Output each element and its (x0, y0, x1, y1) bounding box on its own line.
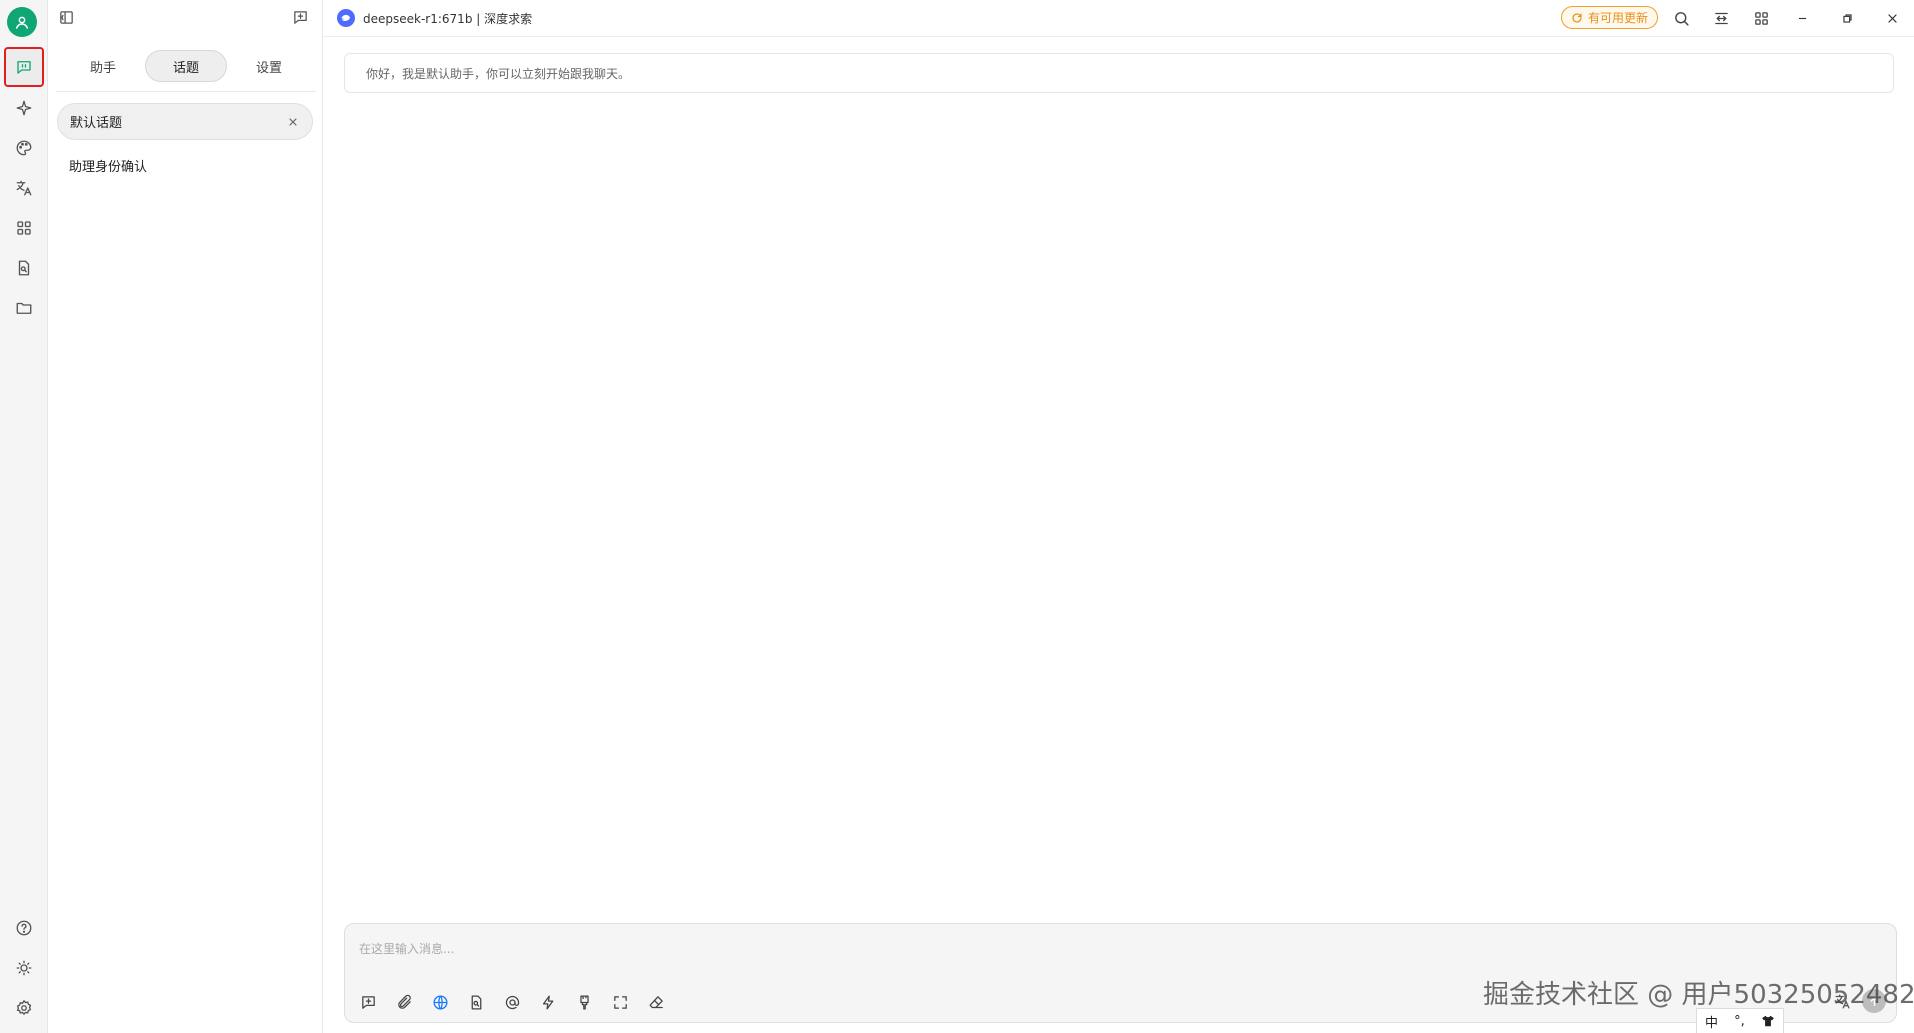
settings-button[interactable] (4, 988, 44, 1028)
window-minimize-button[interactable] (1789, 5, 1815, 31)
clear-context-tool[interactable] (571, 989, 597, 1015)
left-rail (0, 0, 48, 1033)
translate-icon (16, 180, 32, 196)
sidebar-toggle-icon (59, 10, 73, 24)
ime-punct-toggle[interactable]: °, (1734, 1014, 1745, 1029)
shirt-icon (1762, 1015, 1774, 1027)
topics-panel: 助手 话题 设置 默认话题 助理身份确认 (48, 0, 323, 1033)
gear-icon (16, 999, 32, 1016)
tab-assistant[interactable]: 助手 (62, 50, 144, 82)
web-search-tool[interactable] (427, 989, 453, 1015)
watermark-text: 掘金技术社区 @ 用户503250524823 (1483, 980, 1914, 1010)
model-name-label[interactable]: deepseek-r1:671b | 深度求索 (363, 10, 532, 27)
refresh-icon (1572, 12, 1582, 23)
assistant-welcome-message: 你好，我是默认助手，你可以立刻开始跟我聊天。 (344, 53, 1894, 93)
ime-mode-toggle[interactable]: 中 (1705, 1012, 1718, 1031)
chat-main: deepseek-r1:671b | 深度求索 有可用更新 你好，我是默认助手，… (323, 0, 1914, 1033)
help-icon (16, 920, 32, 936)
search-button[interactable] (1668, 5, 1694, 31)
new-topic-button[interactable] (287, 4, 313, 30)
layout-toggle-button[interactable] (1708, 5, 1734, 31)
welcome-text: 你好，我是默认助手，你可以立刻开始跟我聊天。 (366, 66, 631, 81)
sidebar-item-paint[interactable] (4, 128, 44, 168)
apps-grid-icon (17, 221, 31, 235)
theme-toggle[interactable] (4, 948, 44, 988)
new-topic-tool[interactable] (355, 989, 381, 1015)
lightning-icon (542, 994, 553, 1010)
tab-settings[interactable]: 设置 (228, 50, 310, 82)
update-available-badge[interactable]: 有可用更新 (1561, 6, 1658, 29)
clear-messages-tool[interactable] (643, 989, 669, 1015)
top-bar: deepseek-r1:671b | 深度求索 有可用更新 (323, 0, 1914, 37)
sun-icon (16, 960, 32, 976)
sidebar-item-folder[interactable] (4, 288, 44, 328)
tab-topics[interactable]: 话题 (145, 50, 227, 82)
attach-tool[interactable] (391, 989, 417, 1015)
window-restore-button[interactable] (1834, 5, 1860, 31)
user-icon (15, 16, 29, 29)
sidebar-item-translate[interactable] (4, 168, 44, 208)
sidebar-item-agents[interactable] (4, 88, 44, 128)
topic-title: 助理身份确认 (69, 160, 148, 175)
topics-panel-header (48, 0, 323, 37)
minimize-icon (1798, 17, 1806, 19)
mini-apps-button[interactable] (1748, 5, 1774, 31)
input-toolbar (355, 989, 669, 1015)
folder-icon (16, 302, 32, 314)
help-button[interactable] (4, 908, 44, 948)
at-icon (505, 995, 519, 1009)
topic-title: 默认话题 (70, 116, 123, 131)
sparkle-icon (16, 100, 32, 116)
delete-topic-button[interactable] (285, 114, 300, 129)
search-icon (1674, 11, 1689, 26)
sidebar-item-apps[interactable] (4, 208, 44, 248)
message-input[interactable] (359, 938, 1859, 960)
doc-search-icon (18, 260, 30, 276)
close-icon (288, 117, 297, 126)
topic-item-identity[interactable]: 助理身份确认 (57, 147, 313, 184)
app-window: 助手 话题 设置 默认话题 助理身份确认 deepseek-r1:671b | … (0, 0, 1914, 1033)
globe-icon (432, 994, 448, 1010)
restore-icon (1842, 13, 1852, 23)
chat-bubble-icon (17, 61, 31, 74)
window-close-button[interactable] (1879, 5, 1905, 31)
close-icon (1887, 13, 1897, 23)
ime-toolbar: 中 °, (1696, 1008, 1784, 1033)
quick-phrase-tool[interactable] (535, 989, 561, 1015)
topic-item-default[interactable]: 默认话题 (57, 103, 313, 140)
update-badge-label: 有可用更新 (1587, 11, 1648, 25)
doc-search-icon (471, 994, 481, 1010)
topics-tabs: 助手 话题 设置 (56, 47, 316, 92)
knowledge-base-tool[interactable] (463, 989, 489, 1015)
user-avatar[interactable] (7, 7, 37, 37)
paperclip-icon (397, 994, 411, 1009)
toggle-sidebar-button[interactable] (53, 4, 79, 30)
mention-model-tool[interactable] (499, 989, 525, 1015)
sidebar-item-files-doc[interactable] (4, 248, 44, 288)
ime-skin-button[interactable] (1761, 1014, 1775, 1028)
new-topic-icon (293, 10, 307, 24)
new-topic-icon (361, 995, 375, 1009)
expand-input-tool[interactable] (607, 989, 633, 1015)
sidebar-item-chat[interactable] (4, 47, 44, 87)
eraser-icon (648, 995, 663, 1008)
brush-icon (579, 994, 589, 1010)
palette-icon (16, 140, 32, 156)
expand-width-icon (1714, 12, 1728, 24)
deepseek-whale-icon (341, 14, 350, 21)
model-selector-logo[interactable] (337, 9, 355, 27)
fullscreen-icon (613, 995, 627, 1009)
grid-icon (1754, 11, 1768, 25)
